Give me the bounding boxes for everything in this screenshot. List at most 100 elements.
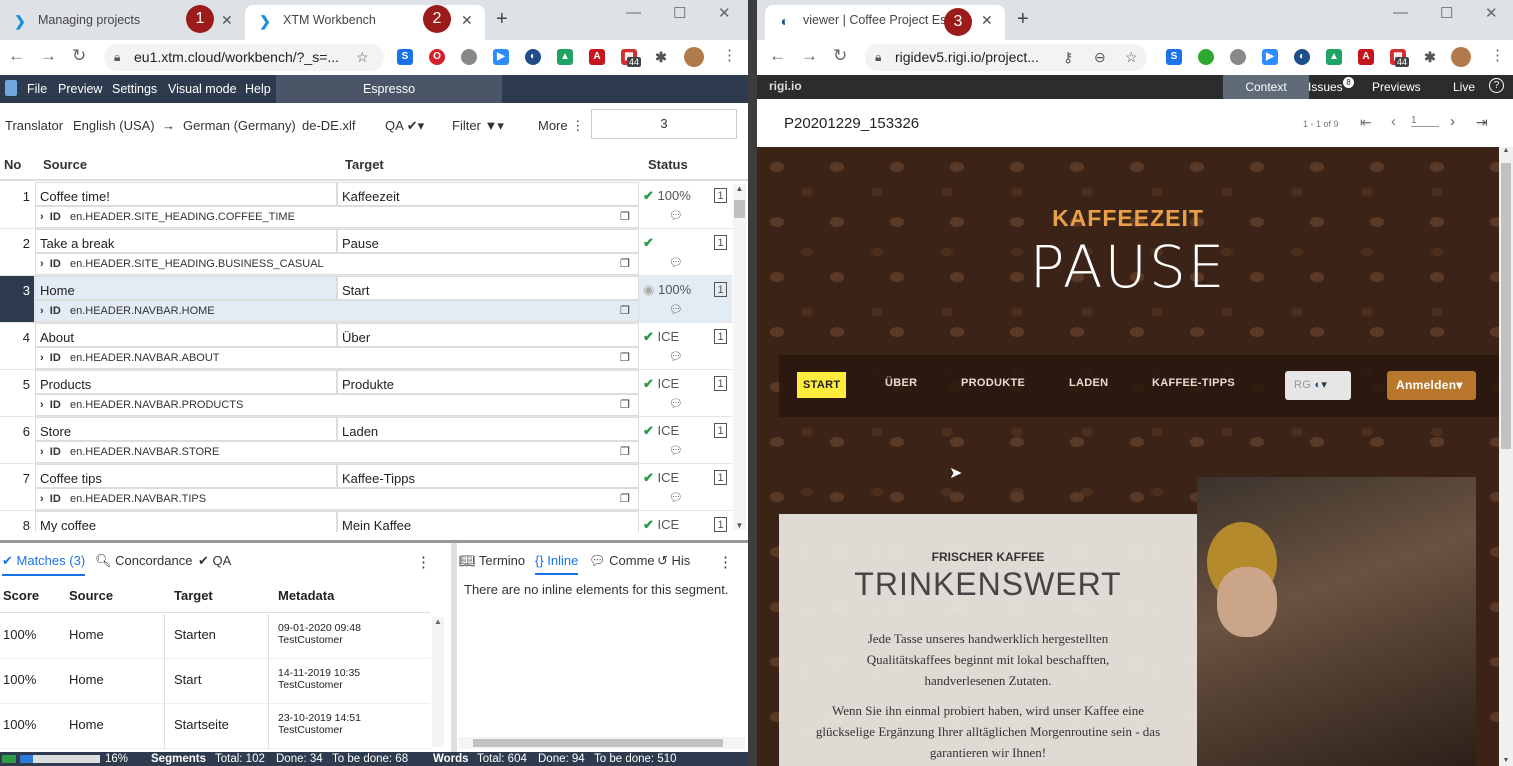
expand-chevron-icon[interactable]: › [40, 352, 44, 364]
browser-menu-icon[interactable]: ⋮ [1490, 46, 1505, 64]
maximize-icon[interactable]: ☐ [673, 4, 686, 22]
site-nav-kaffee-tipps[interactable]: KAFFEE-TIPPS [1152, 377, 1235, 389]
matches-scrollbar[interactable]: ▲ [432, 617, 444, 747]
inline-hscrollbar[interactable] [459, 737, 745, 749]
match-row[interactable]: 100% Home Start 14-11-2019 10:35 TestCus… [0, 659, 430, 704]
segment-row[interactable]: 2 Take a break Pause › ID en.HEADER.SITE… [0, 229, 732, 276]
url-field[interactable]: 🔒︎ eu1.xtm.cloud/workbench/?_s=... ☆ [104, 44, 384, 71]
extension-circle-icon[interactable] [461, 49, 477, 65]
expand-chevron-icon[interactable]: › [40, 211, 44, 223]
site-nav-produkte[interactable]: PRODUKTE [961, 377, 1025, 389]
minimize-icon[interactable]: — [626, 4, 641, 21]
prev-page-icon[interactable]: ‹ [1391, 113, 1396, 130]
close-window-icon[interactable]: ✕ [1485, 4, 1498, 22]
matches-menu-icon[interactable]: ⋮ [416, 553, 431, 571]
count-box[interactable]: 1 [714, 423, 727, 438]
extensions-puzzle-icon[interactable]: ✱ [1422, 49, 1438, 65]
segment-row[interactable]: 5 Products Produkte › ID en.HEADER.NAVBA… [0, 370, 732, 417]
zoom-icon[interactable]: ⊖ [1094, 44, 1106, 71]
extension-zoom-icon[interactable]: ▶ [1262, 49, 1278, 65]
segment-target[interactable]: Produkte [337, 370, 639, 394]
bookmark-star-icon[interactable]: ☆ [1125, 44, 1138, 71]
tab-terminology[interactable]: 📖︎ Termino [459, 553, 525, 569]
nav-issues[interactable]: Issues [1308, 80, 1343, 94]
tab-comments[interactable]: 💬︎ Comme [589, 553, 655, 569]
extensions-puzzle-icon[interactable]: ✱ [653, 49, 669, 65]
segment-row[interactable]: 6 Store Laden › ID en.HEADER.NAVBAR.STOR… [0, 417, 732, 464]
copy-icon[interactable]: ❐ [620, 351, 630, 364]
qa-dropdown[interactable]: QA ✔︎▾ [385, 118, 424, 134]
filter-dropdown[interactable]: Filter ▼▾ [452, 118, 504, 134]
panel-divider[interactable] [451, 543, 457, 755]
menu-file[interactable]: File [27, 82, 47, 96]
comment-icon[interactable]: 💬︎ [669, 256, 683, 269]
back-icon[interactable]: ← [8, 46, 25, 66]
count-box[interactable]: 1 [714, 329, 727, 344]
extension-s-icon[interactable]: S [1166, 49, 1182, 65]
new-tab-icon[interactable]: + [1017, 8, 1029, 31]
count-box[interactable]: 1 [714, 282, 727, 297]
login-button[interactable]: Anmelden▾ [1387, 371, 1476, 400]
segment-target[interactable]: Kaffeezeit [337, 182, 639, 206]
nav-previews[interactable]: Previews [1372, 80, 1421, 94]
comment-icon[interactable]: 💬︎ [669, 209, 683, 222]
segment-row[interactable]: 7 Coffee tips Kaffee-Tipps › ID en.HEADE… [0, 464, 732, 511]
bookmark-star-icon[interactable]: ☆ [356, 44, 369, 71]
comment-icon[interactable]: 💬︎ [669, 350, 683, 363]
tab-matches[interactable]: ✔︎ Matches (3) [2, 553, 86, 576]
site-nav-start[interactable]: START [797, 372, 847, 398]
key-icon[interactable]: ⚷ [1063, 44, 1073, 71]
back-icon[interactable]: ← [769, 46, 786, 66]
copy-icon[interactable]: ❐ [620, 445, 630, 458]
segment-row[interactable]: 3 Home Start › ID en.HEADER.NAVBAR.HOME … [0, 276, 732, 323]
extension-green-icon[interactable] [1198, 49, 1214, 65]
extension-rigi-icon[interactable]: ◐ [525, 49, 541, 65]
count-box[interactable]: 1 [714, 517, 727, 532]
close-tab-icon[interactable]: ✕ [461, 5, 473, 35]
menu-preview[interactable]: Preview [58, 82, 102, 96]
comment-icon[interactable]: 💬︎ [669, 303, 683, 316]
tab-inline[interactable]: {} Inline [535, 553, 579, 575]
close-window-icon[interactable]: ✕ [718, 4, 731, 22]
copy-icon[interactable]: ❐ [620, 492, 630, 505]
menu-visual-mode[interactable]: Visual mode [168, 82, 237, 96]
match-row[interactable]: 100% Home Starten 09-01-2020 09:48 TestC… [0, 614, 430, 659]
profile-avatar[interactable] [1451, 47, 1471, 67]
segment-target[interactable]: Pause [337, 229, 639, 253]
menu-help[interactable]: Help [245, 82, 271, 96]
url-field[interactable]: 🔒︎ rigidev5.rigi.io/project... ⚷ ⊖ ☆ [865, 44, 1147, 71]
tab-history[interactable]: ↺ His [657, 553, 690, 569]
segment-row[interactable]: 8 My coffee Mein Kaffee › ID ❐ ✔ ICE 1 💬… [0, 511, 732, 532]
segments-scrollbar[interactable]: ▲ ▼ [733, 184, 746, 530]
expand-chevron-icon[interactable]: › [40, 258, 44, 270]
extension-rigi-icon[interactable]: ◐ [1294, 49, 1310, 65]
segment-number-input[interactable]: 3 [591, 109, 737, 139]
nav-context[interactable]: Context [1223, 75, 1309, 99]
copy-icon[interactable]: ❐ [620, 257, 630, 270]
tab-concordance[interactable]: 🔍︎ Concordance [95, 553, 192, 569]
nav-live[interactable]: Live [1453, 80, 1475, 94]
reload-icon[interactable]: ↻ [72, 46, 86, 66]
browser-menu-icon[interactable]: ⋮ [722, 46, 737, 64]
extension-pdf-icon[interactable]: A [589, 49, 605, 65]
count-box[interactable]: 1 [714, 235, 727, 250]
extension-pdf-icon[interactable]: A [1358, 49, 1374, 65]
segment-target[interactable]: Mein Kaffee [337, 511, 639, 532]
comment-icon[interactable]: 💬︎ [669, 397, 683, 410]
maximize-icon[interactable]: ☐ [1440, 4, 1453, 22]
language-dropdown[interactable]: RG ◐▾ [1285, 371, 1351, 400]
count-box[interactable]: 1 [714, 376, 727, 391]
segment-target[interactable]: Start [337, 276, 639, 300]
expand-chevron-icon[interactable]: › [40, 446, 44, 458]
segment-target[interactable]: Laden [337, 417, 639, 441]
menu-settings[interactable]: Settings [112, 82, 157, 96]
minimize-icon[interactable]: — [1393, 4, 1408, 21]
extension-zoom-icon[interactable]: ▶ [493, 49, 509, 65]
last-page-icon[interactable]: ⇥ [1476, 114, 1488, 131]
comment-icon[interactable]: 💬︎ [669, 444, 683, 457]
extension-circle-icon[interactable] [1230, 49, 1246, 65]
expand-chevron-icon[interactable]: › [40, 399, 44, 411]
extension-drive-icon[interactable]: ▲ [557, 49, 573, 65]
page-input[interactable]: 1 [1411, 115, 1439, 127]
close-tab-icon[interactable]: ✕ [981, 5, 993, 35]
